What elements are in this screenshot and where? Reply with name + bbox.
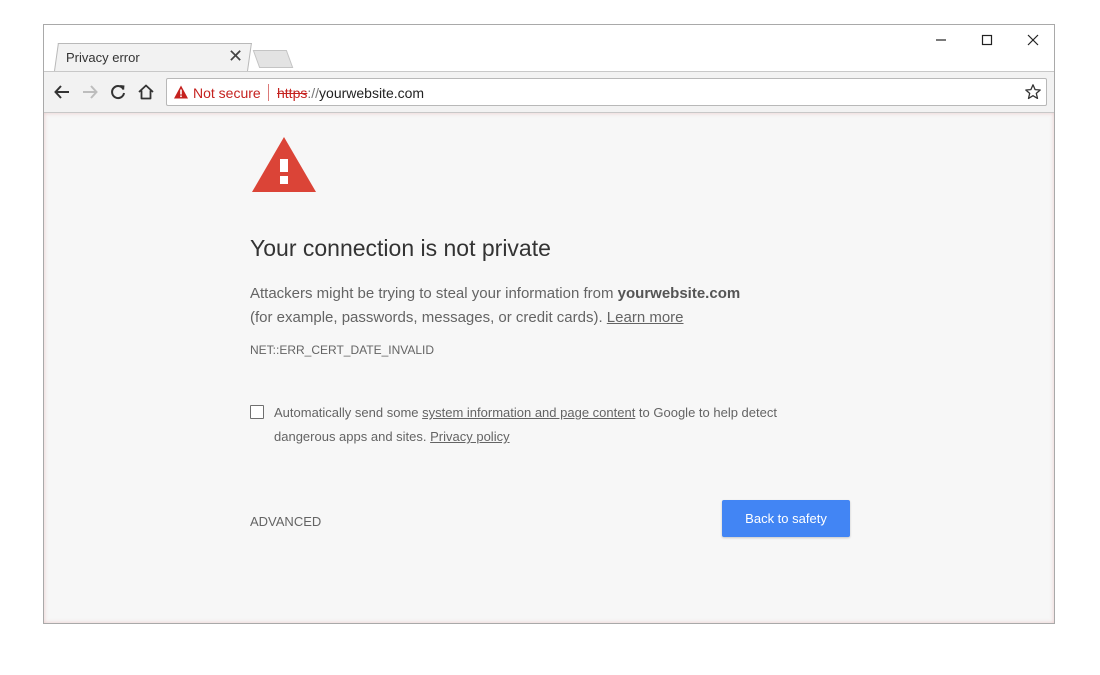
close-icon[interactable]: [1010, 29, 1056, 51]
interstitial-content: Your connection is not private Attackers…: [44, 113, 1054, 623]
advanced-button[interactable]: ADVANCED: [250, 514, 321, 529]
new-tab-button[interactable]: [252, 50, 294, 68]
address-bar[interactable]: Not secure https://yourwebsite.com: [166, 78, 1047, 106]
tab-privacy-error[interactable]: Privacy error ✕: [62, 44, 243, 70]
checkbox-text: Automatically send some: [274, 405, 423, 420]
learn-more-link[interactable]: Learn more: [607, 309, 684, 326]
omnibox-divider: [268, 84, 269, 101]
not-secure-label[interactable]: Not secure: [193, 85, 261, 101]
back-to-safety-button[interactable]: Back to safety: [722, 500, 850, 537]
title-bar: Privacy error ✕: [44, 25, 1054, 71]
checkbox-label: Automatically send some system informati…: [274, 401, 814, 449]
desc-text-2: (for example, passwords, messages, or cr…: [250, 309, 607, 326]
send-info-checkbox[interactable]: [250, 405, 264, 419]
system-info-link[interactable]: system information and page content: [422, 405, 635, 420]
back-arrow-icon[interactable]: [51, 81, 73, 103]
bookmark-star-icon[interactable]: [1024, 83, 1042, 106]
url-scheme: https: [277, 85, 308, 101]
privacy-policy-link[interactable]: Privacy policy: [430, 429, 509, 444]
tab-title: Privacy error: [66, 50, 140, 65]
maximize-icon[interactable]: [964, 29, 1010, 51]
minimize-icon[interactable]: [918, 29, 964, 51]
url-text[interactable]: https://yourwebsite.com: [277, 85, 424, 101]
forward-arrow-icon[interactable]: [79, 81, 101, 103]
tab-close-icon[interactable]: ✕: [228, 46, 243, 66]
warning-icon[interactable]: [173, 84, 189, 105]
desc-host: yourwebsite.com: [617, 285, 741, 302]
description: Attackers might be trying to steal your …: [250, 282, 810, 330]
toolbar: Not secure https://yourwebsite.com: [44, 71, 1054, 113]
url-separator: ://: [307, 85, 320, 101]
desc-text: Attackers might be trying to steal your …: [250, 285, 618, 302]
home-icon[interactable]: [135, 81, 157, 103]
browser-window: Privacy error ✕ Not secure https://yourw…: [43, 24, 1055, 624]
error-code: NET::ERR_CERT_DATE_INVALID: [250, 343, 435, 357]
url-host: yourwebsite.com: [319, 85, 425, 101]
reload-icon[interactable]: [107, 81, 129, 103]
page-title: Your connection is not private: [250, 235, 551, 261]
danger-warning-icon: [250, 135, 318, 200]
